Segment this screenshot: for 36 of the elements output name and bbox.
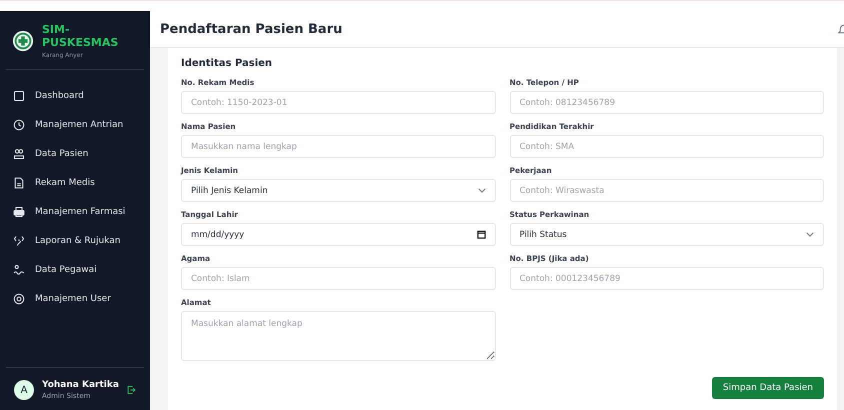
input-field[interactable]: Masukkan nama lengkap — [181, 135, 496, 158]
cross-logo-icon — [12, 30, 34, 52]
select-field[interactable]: Pilih Status — [510, 223, 824, 246]
users-icon — [13, 148, 25, 160]
sidebar-item[interactable]: Manajemen User — [0, 285, 150, 314]
calendar-icon — [476, 230, 486, 239]
date-field[interactable]: mm/dd/yyyy — [181, 223, 496, 246]
textarea-field[interactable]: Masukkan alamat lengkap — [181, 311, 496, 361]
user-name: Yohana Kartika — [42, 380, 119, 390]
select-field[interactable]: Pilih Jenis Kelamin — [181, 179, 496, 202]
save-button[interactable]: Simpan Data Pasien — [712, 377, 824, 399]
input-field[interactable]: Contoh: Islam — [181, 267, 496, 290]
sidebar-item[interactable]: Data Pasien — [0, 140, 150, 168]
sidebar-item[interactable]: Manajemen Farmasi — [0, 198, 150, 226]
chevron-icon — [806, 232, 814, 237]
square-icon — [13, 90, 25, 102]
settings-icon — [13, 293, 25, 306]
document-icon — [13, 177, 25, 190]
page-title: Pendaftaran Pasien Baru — [160, 22, 342, 36]
logout-icon[interactable] — [126, 384, 136, 396]
sidebar-item[interactable]: Laporan & Rujukan — [0, 227, 150, 256]
input-field[interactable]: Contoh: SMA — [510, 135, 824, 158]
sidebar-item[interactable]: Manajemen Antrian — [0, 111, 150, 140]
input-field[interactable]: Contoh: 000123456789 — [510, 267, 824, 290]
section-title: Identitas Pasien — [181, 58, 274, 69]
clock-icon — [13, 119, 25, 132]
printer-icon — [13, 206, 25, 218]
sidebar-item[interactable]: Data Pegawai — [0, 256, 150, 284]
sidebar-item[interactable]: Dashboard — [0, 82, 150, 110]
user-avatar[interactable]: A — [14, 380, 34, 400]
input-field[interactable]: Contoh: Wiraswasta — [510, 179, 824, 202]
chevron-icon — [478, 188, 486, 193]
input-field[interactable]: Contoh: 08123456789 — [510, 91, 824, 114]
input-field[interactable]: Contoh: 1150-2023-01 — [181, 91, 496, 114]
sidebar-item[interactable]: Rekam Medis — [0, 169, 150, 198]
app-title: SIM- PUSKESMAS — [42, 23, 118, 50]
